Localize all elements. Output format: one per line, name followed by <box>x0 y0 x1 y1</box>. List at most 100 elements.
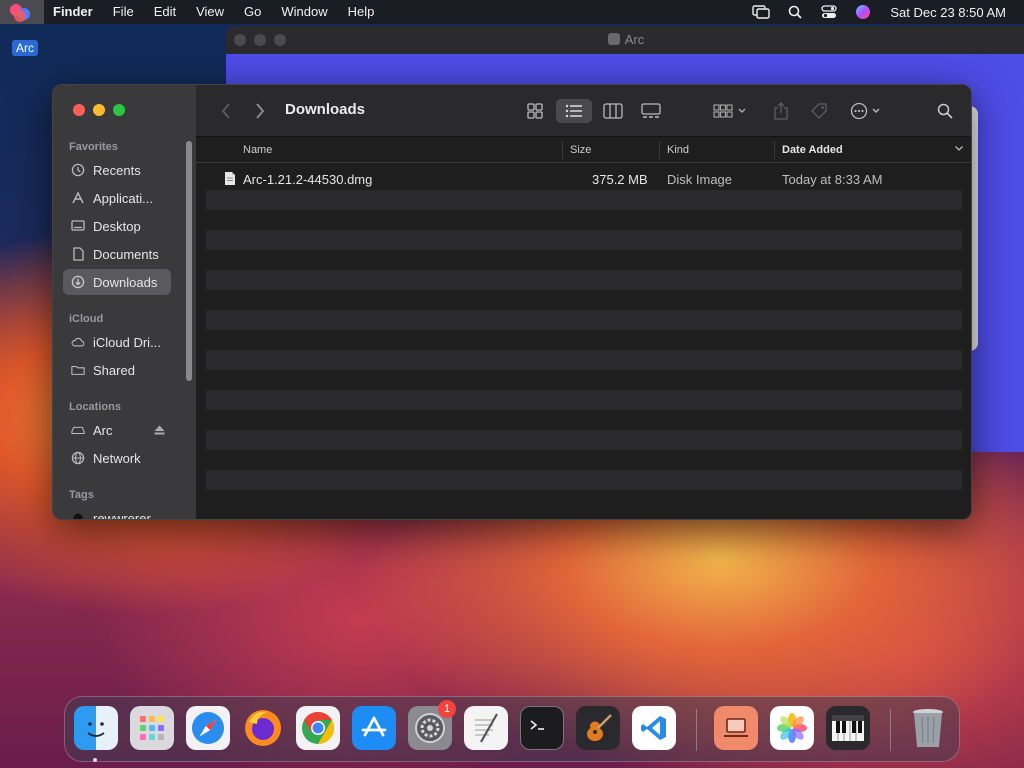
garageband-dock-icon[interactable] <box>576 706 620 750</box>
tag-button[interactable] <box>804 99 834 123</box>
system-settings-dock-icon[interactable]: 1 <box>408 700 456 750</box>
desktop-icon <box>71 219 85 233</box>
terminal-dock-icon[interactable] <box>520 706 564 750</box>
menu-bar: Finder File Edit View Go Window Help Sat… <box>0 0 1024 24</box>
spotlight-search-icon[interactable] <box>778 0 812 24</box>
share-button[interactable] <box>766 99 796 123</box>
forward-chevron-icon[interactable] <box>254 101 266 126</box>
action-menu-button[interactable] <box>848 99 888 123</box>
firefox-dock-icon[interactable] <box>241 706 285 750</box>
finder-toolbar: Downloads <box>196 85 971 137</box>
file-date-added: Today at 8:33 AM <box>782 172 883 187</box>
sidebar-item-label: iCloud Dri... <box>93 334 161 350</box>
sidebar-item-tag[interactable]: rewwrerer <box>63 505 171 519</box>
menu-view[interactable]: View <box>186 0 234 24</box>
menu-edit[interactable]: Edit <box>144 0 186 24</box>
column-view-button[interactable] <box>598 99 628 123</box>
sidebar-item-applications[interactable]: Applicati... <box>63 185 171 211</box>
list-view-button[interactable] <box>556 99 592 123</box>
dock: 1 <box>64 696 960 762</box>
sidebar-item-shared[interactable]: Shared <box>63 357 171 383</box>
column-name[interactable]: Name <box>243 144 272 156</box>
sidebar-item-downloads[interactable]: Downloads <box>63 269 171 295</box>
arc-titlebar: Arc <box>226 26 1024 54</box>
sidebar-scrollbar[interactable] <box>186 141 192 381</box>
shared-folder-icon <box>71 363 85 377</box>
applications-icon <box>71 191 85 205</box>
piano-keyboard-dock-icon[interactable] <box>826 706 870 750</box>
menubar-clock[interactable]: Sat Dec 23 8:50 AM <box>880 5 1024 20</box>
sidebar-item-network[interactable]: Network <box>63 445 171 471</box>
grid-icon <box>527 103 543 119</box>
sort-chevron-down-icon[interactable] <box>954 143 964 156</box>
back-chevron-icon[interactable] <box>220 101 232 126</box>
textedit-dock-icon[interactable] <box>464 706 508 750</box>
menu-app-name[interactable]: Finder <box>44 0 103 24</box>
sidebar-item-label: Network <box>93 450 141 466</box>
zoom-button[interactable] <box>113 104 125 116</box>
siri-icon[interactable] <box>846 0 880 24</box>
sidebar-item-label: Recents <box>93 162 141 178</box>
menu-go[interactable]: Go <box>234 0 271 24</box>
sidebar-item-documents[interactable]: Documents <box>63 241 171 267</box>
menu-window[interactable]: Window <box>271 0 337 24</box>
chrome-dock-icon[interactable] <box>296 706 340 750</box>
dmg-file-icon <box>224 171 236 189</box>
tag-icon <box>811 103 827 119</box>
empty-row <box>206 270 962 290</box>
finder-dock-icon[interactable] <box>74 706 118 750</box>
group-by-button[interactable] <box>710 99 752 123</box>
table-row[interactable]: Arc-1.21.2-44530.dmg 375.2 MB Disk Image… <box>206 170 962 190</box>
arc-title-icon <box>607 33 620 45</box>
sidebar-item-icloud-drive[interactable]: iCloud Dri... <box>63 329 171 355</box>
share-icon <box>774 102 788 120</box>
arc-window-title: Arc <box>624 32 645 47</box>
control-center-icon[interactable] <box>812 0 846 24</box>
network-globe-icon <box>71 451 85 465</box>
arc-app-icon[interactable] <box>0 0 44 24</box>
screen-sharing-dock-icon[interactable] <box>714 706 758 750</box>
gallery-view-button[interactable] <box>636 99 666 123</box>
screen-mirroring-icon[interactable] <box>744 0 778 24</box>
safari-dock-icon[interactable] <box>186 706 230 750</box>
desktop-volume-label[interactable]: Arc <box>12 40 38 56</box>
menu-help[interactable]: Help <box>338 0 385 24</box>
sidebar-item-label: Applicati... <box>93 190 153 206</box>
photos-dock-icon[interactable] <box>770 706 814 750</box>
disk-icon <box>71 423 85 437</box>
app-store-dock-icon[interactable] <box>352 706 396 750</box>
search-button[interactable] <box>930 99 960 123</box>
group-grid-chevron-icon <box>713 104 746 118</box>
eject-icon[interactable] <box>154 423 165 438</box>
sidebar-header-favorites: Favorites <box>69 141 118 153</box>
vscode-dock-icon[interactable] <box>632 706 676 750</box>
sidebar-item-recents[interactable]: Recents <box>63 157 171 183</box>
file-name: Arc-1.21.2-44530.dmg <box>243 172 373 187</box>
column-size[interactable]: Size <box>570 144 591 156</box>
close-button[interactable] <box>73 104 85 116</box>
icon-view-button[interactable] <box>520 99 550 123</box>
trash-dock-icon[interactable] <box>906 706 950 750</box>
empty-row <box>206 470 962 490</box>
column-kind[interactable]: Kind <box>667 144 689 156</box>
empty-row <box>206 190 962 210</box>
minimize-button[interactable] <box>93 104 105 116</box>
sidebar-header-tags: Tags <box>69 489 94 501</box>
sidebar-item-label: Arc <box>93 422 113 438</box>
finder-window[interactable]: Favorites Recents Applicati... Desktop D… <box>52 84 972 520</box>
file-kind: Disk Image <box>667 172 733 187</box>
sidebar-item-arc-volume[interactable]: Arc <box>63 417 171 443</box>
sidebar-item-desktop[interactable]: Desktop <box>63 213 171 239</box>
column-date-added[interactable]: Date Added <box>782 144 843 156</box>
empty-row <box>206 350 962 370</box>
launchpad-dock-icon[interactable] <box>130 706 174 750</box>
empty-row <box>206 230 962 250</box>
document-icon <box>71 247 85 261</box>
finder-main: Downloads Name Size Kind Date Added Arc-… <box>196 85 971 519</box>
finder-sidebar: Favorites Recents Applicati... Desktop D… <box>53 85 196 519</box>
sidebar-header-locations: Locations <box>69 401 121 413</box>
gallery-icon <box>641 103 661 118</box>
empty-row <box>206 310 962 330</box>
menu-file[interactable]: File <box>103 0 144 24</box>
sidebar-item-label: Desktop <box>93 218 141 234</box>
